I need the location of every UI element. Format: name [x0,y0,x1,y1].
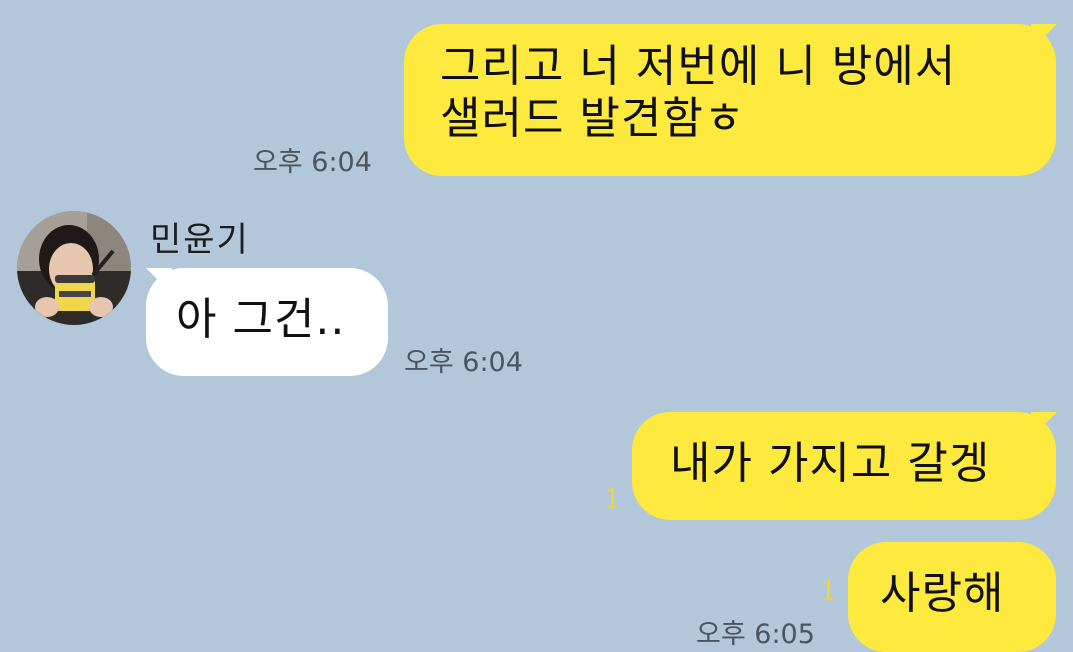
unread-count: 1 [604,484,622,515]
message-bubble-theirs[interactable]: 아 그건.. [146,268,388,376]
message-timestamp: 오후 6:04 [404,347,523,378]
message-text: 사랑해 [880,568,1005,619]
message-timestamp: 오후 6:05 [696,619,815,650]
chat-room: 그리고 너 저번에 니 방에서 샐러드 발견함ㅎ 오후 6:04 민윤기 아 그… [0,0,1073,652]
profile-avatar[interactable] [17,211,131,325]
message-text: 아 그건.. [176,294,346,345]
message-bubble-mine[interactable]: 내가 가지고 갈겡 [632,412,1056,520]
message-text-line: 샐러드 발견함ㅎ [440,93,746,144]
message-timestamp: 오후 6:04 [253,147,372,178]
message-text-line: 그리고 너 저번에 니 방에서 [440,41,957,92]
sender-name: 민윤기 [150,220,250,260]
message-bubble-mine[interactable]: 그리고 너 저번에 니 방에서 샐러드 발견함ㅎ [404,24,1056,176]
profile-photo-icon [17,211,131,325]
unread-count: 1 [820,576,838,607]
message-text: 내가 가지고 갈겡 [670,438,991,489]
message-bubble-mine[interactable]: 사랑해 [848,542,1056,652]
